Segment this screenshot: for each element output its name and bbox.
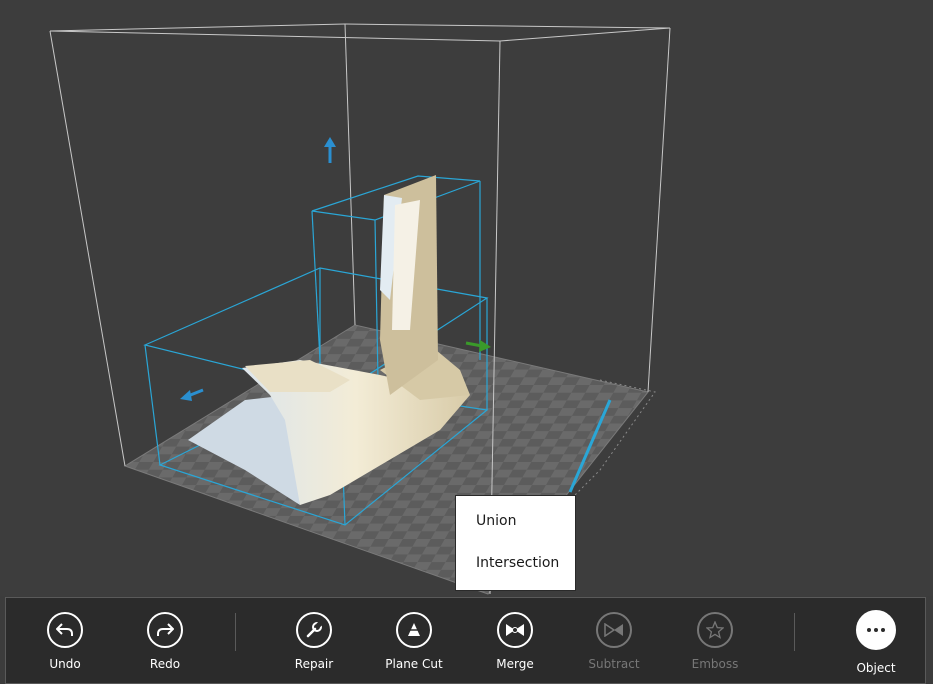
merge-label: Merge: [496, 657, 534, 671]
toolbar-separator: [794, 613, 795, 651]
plane-cut-icon: [396, 612, 432, 648]
emboss-button[interactable]: Emboss: [675, 612, 755, 671]
merge-button[interactable]: Merge: [475, 612, 555, 671]
merge-icon: [497, 612, 533, 648]
move-arrow-y-icon[interactable]: [324, 137, 336, 163]
star-icon: [697, 612, 733, 648]
subtract-icon: [596, 612, 632, 648]
object-label: Object: [856, 661, 896, 675]
more-icon: [856, 610, 896, 650]
object-button[interactable]: Object: [836, 610, 916, 675]
plane-cut-button[interactable]: Plane Cut: [374, 612, 454, 671]
repair-label: Repair: [294, 657, 334, 671]
menu-item-union[interactable]: Union: [476, 513, 516, 529]
redo-icon: [147, 612, 183, 648]
bottom-toolbar: Undo Redo Repair Plane Cut Merge Subtrac…: [5, 597, 926, 684]
undo-icon: [47, 612, 83, 648]
subtract-button[interactable]: Subtract: [574, 612, 654, 671]
merge-context-menu: Union Intersection: [455, 495, 576, 591]
undo-label: Undo: [49, 657, 81, 671]
wrench-icon: [296, 612, 332, 648]
move-arrow-z-icon[interactable]: [180, 388, 204, 401]
redo-button[interactable]: Redo: [125, 612, 205, 671]
redo-label: Redo: [149, 657, 181, 671]
menu-item-intersection[interactable]: Intersection: [476, 555, 559, 571]
subtract-label: Subtract: [588, 657, 640, 671]
undo-button[interactable]: Undo: [25, 612, 105, 671]
emboss-label: Emboss: [691, 657, 739, 671]
toolbar-separator: [235, 613, 236, 651]
plane-cut-label: Plane Cut: [385, 657, 443, 671]
repair-button[interactable]: Repair: [274, 612, 354, 671]
